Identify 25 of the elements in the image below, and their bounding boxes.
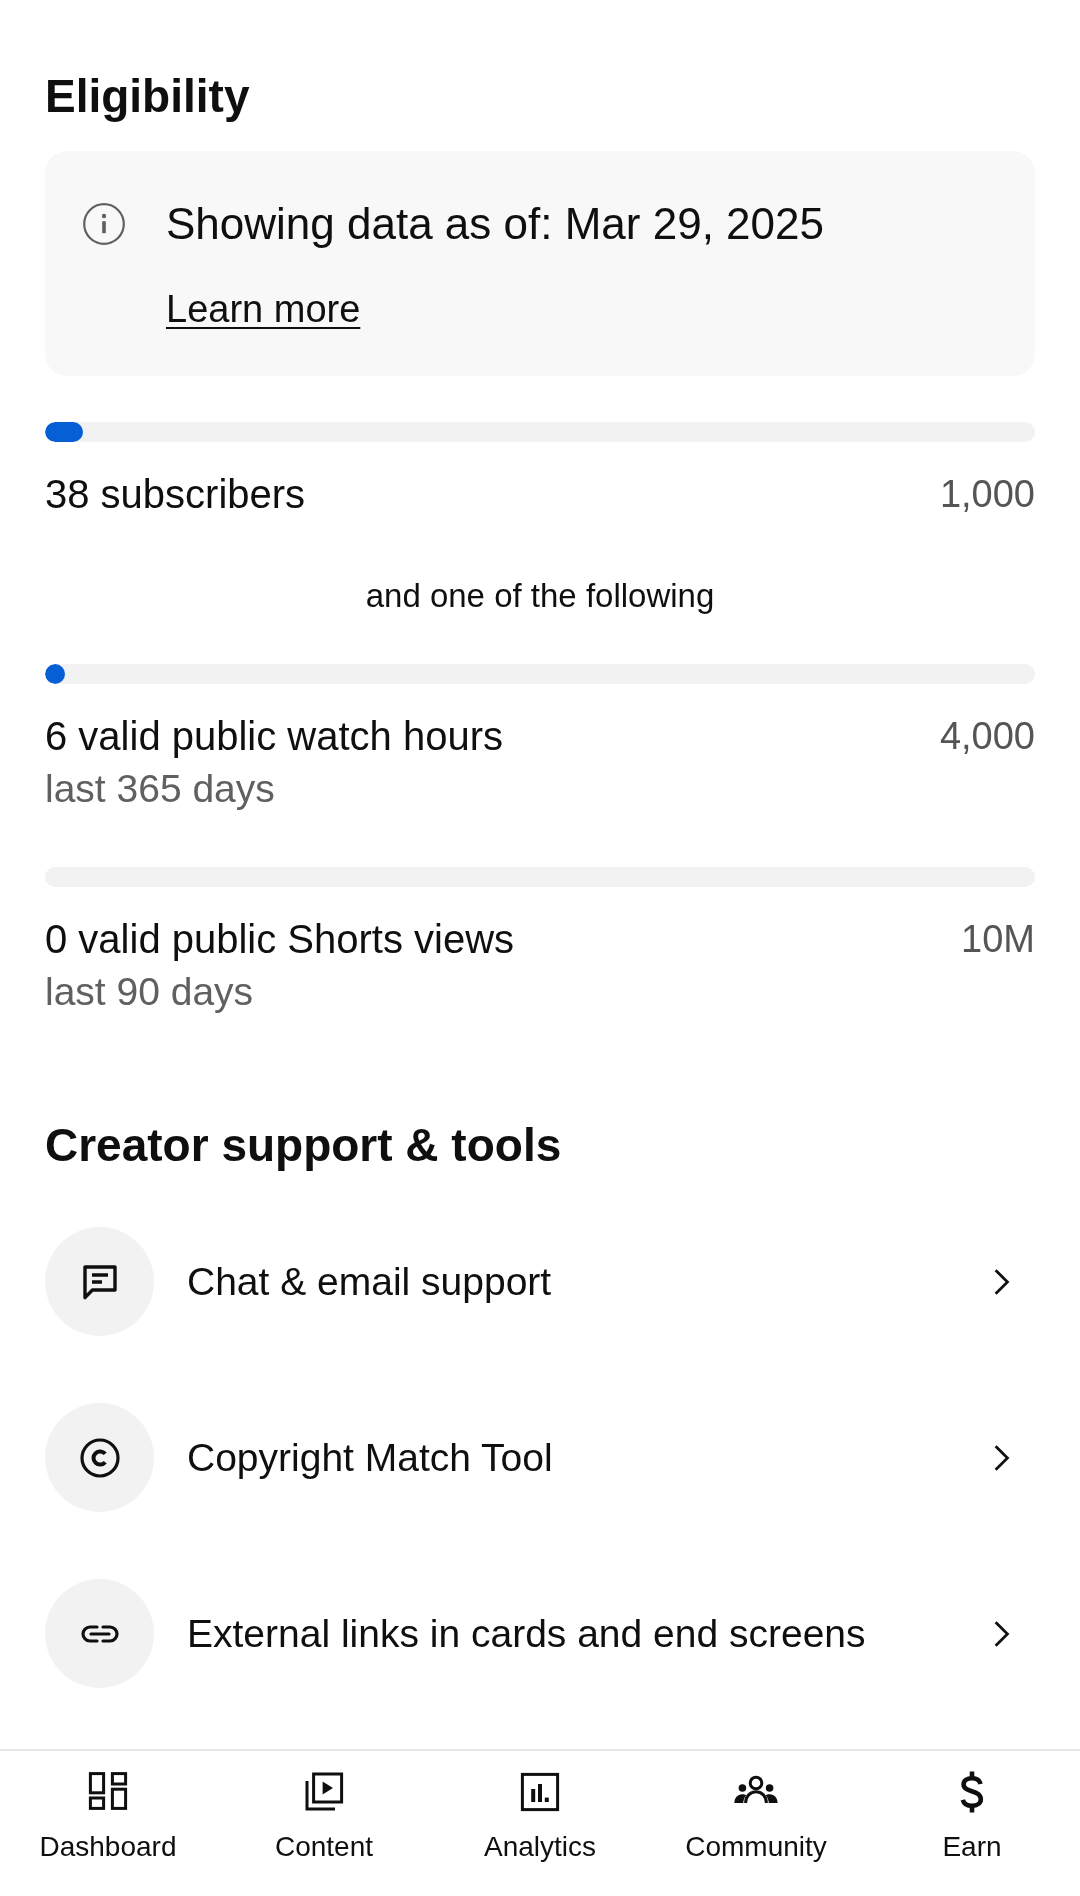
learn-more-link[interactable]: Learn more [166,286,361,332]
requirement-target: 1,000 [939,472,1035,516]
nav-tab[interactable]: Dashboard [0,1751,216,1896]
nav-tab[interactable]: Content [216,1751,432,1896]
requirement-label: 0 valid public Shorts views [45,917,515,961]
section-heading: Creator support & tools [45,1118,562,1172]
nav-tab[interactable]: Analytics [432,1751,648,1896]
tool-item[interactable]: Copyright Match Tool [45,1403,1035,1512]
nav-tab[interactable]: Earn [864,1751,1080,1896]
requirement-target: 10M [961,917,1035,961]
chevron-right-icon [992,1618,1012,1649]
requirement-label: 38 subscribers [45,472,306,516]
requirement-label: 6 valid public watch hours [45,714,504,758]
connector-text: and one of the following [365,576,715,616]
info-icon [82,202,126,246]
chevron-right-icon [992,1442,1012,1473]
chevron-right-icon [992,1266,1012,1297]
nav-tab[interactable]: Community [648,1751,864,1896]
period-label: last 365 days [45,767,275,811]
requirement-target: 4,000 [939,714,1035,758]
tool-item[interactable]: Chat & email support [45,1227,1035,1336]
notice-text: Showing data as of: Mar 29, 2025 [166,198,824,250]
section-heading: Eligibility [45,70,250,122]
period-label: last 90 days [45,970,254,1014]
tool-item[interactable]: External links in cards and end screens [45,1579,1035,1688]
